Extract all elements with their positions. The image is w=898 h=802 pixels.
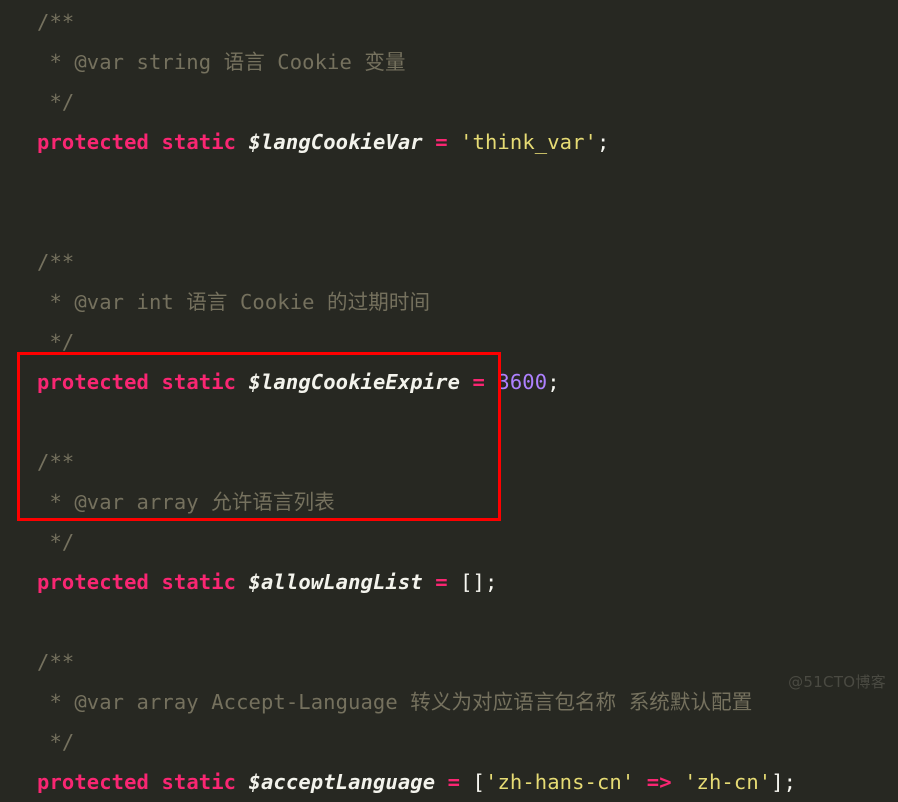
token-keyword: protected bbox=[37, 770, 149, 794]
token-op: = bbox=[472, 370, 485, 394]
token-number: 3600 bbox=[497, 370, 548, 394]
code-line[interactable]: protected static $langCookieExpire = 360… bbox=[0, 362, 898, 402]
token-comment: /** bbox=[37, 10, 75, 34]
code-line[interactable]: */ bbox=[0, 322, 898, 362]
code-line[interactable]: protected static $allowLangList = []; bbox=[0, 562, 898, 602]
token-keyword: protected bbox=[37, 570, 149, 594]
token-keyword: static bbox=[161, 370, 237, 394]
code-line[interactable]: /** bbox=[0, 642, 898, 682]
code-line[interactable]: /** bbox=[0, 442, 898, 482]
token-var: $acceptLanguage bbox=[248, 770, 436, 794]
code-line-blank[interactable] bbox=[0, 602, 898, 642]
token-comment: * @var int 语言 Cookie 的过期时间 bbox=[37, 290, 431, 314]
token-op: = bbox=[435, 570, 448, 594]
token-string: 'zh-cn' bbox=[684, 770, 772, 794]
code-line[interactable]: /** bbox=[0, 242, 898, 282]
token-var: $allowLangList bbox=[248, 570, 423, 594]
code-content[interactable]: /** * @var string 语言 Cookie 变量 */ protect… bbox=[0, 0, 898, 802]
token-keyword: static bbox=[161, 570, 237, 594]
code-line-blank[interactable] bbox=[0, 402, 898, 442]
token-comment: */ bbox=[37, 330, 75, 354]
token-comment: */ bbox=[37, 90, 75, 114]
code-line[interactable]: */ bbox=[0, 82, 898, 122]
token-comment: */ bbox=[37, 730, 75, 754]
token-comment: * @var array 允许语言列表 bbox=[37, 490, 335, 514]
token-op: => bbox=[646, 770, 672, 794]
token-comment: * @var array Accept-Language 转义为对应语言包名称 … bbox=[37, 690, 753, 714]
token-punct: []; bbox=[460, 570, 498, 594]
code-line-blank[interactable] bbox=[0, 202, 898, 242]
code-line[interactable]: protected static $acceptLanguage = ['zh-… bbox=[0, 762, 898, 802]
token-op: = bbox=[435, 130, 448, 154]
code-line[interactable]: protected static $langCookieVar = 'think… bbox=[0, 122, 898, 162]
code-editor-viewport: /** * @var string 语言 Cookie 变量 */ protect… bbox=[0, 0, 898, 794]
token-string: 'think_var' bbox=[460, 130, 597, 154]
token-var: $langCookieVar bbox=[248, 130, 423, 154]
code-line[interactable]: * @var string 语言 Cookie 变量 bbox=[0, 42, 898, 82]
watermark-text: @51CTO博客 bbox=[788, 673, 886, 691]
code-line[interactable]: * @var int 语言 Cookie 的过期时间 bbox=[0, 282, 898, 322]
code-line[interactable]: * @var array Accept-Language 转义为对应语言包名称 … bbox=[0, 682, 898, 722]
token-keyword: protected bbox=[37, 130, 149, 154]
token-punct: [ bbox=[472, 770, 485, 794]
token-punct: ]; bbox=[771, 770, 797, 794]
token-keyword: protected bbox=[37, 370, 149, 394]
token-punct: ; bbox=[596, 130, 610, 154]
token-var: $langCookieExpire bbox=[248, 370, 461, 394]
code-line[interactable]: */ bbox=[0, 722, 898, 762]
token-punct: ; bbox=[547, 370, 560, 394]
token-comment: /** bbox=[37, 650, 75, 674]
token-comment: * @var string 语言 Cookie 变量 bbox=[37, 50, 406, 74]
token-string: 'zh-hans-cn' bbox=[485, 770, 635, 794]
token-comment: */ bbox=[37, 530, 75, 554]
code-line-blank[interactable] bbox=[0, 162, 898, 202]
code-line[interactable]: */ bbox=[0, 522, 898, 562]
token-comment: /** bbox=[37, 450, 75, 474]
token-keyword: static bbox=[161, 130, 237, 154]
token-keyword: static bbox=[161, 770, 237, 794]
token-comment: /** bbox=[37, 250, 75, 274]
token-op: = bbox=[447, 770, 461, 794]
code-line[interactable]: * @var array 允许语言列表 bbox=[0, 482, 898, 522]
code-line[interactable]: /** bbox=[0, 2, 898, 42]
